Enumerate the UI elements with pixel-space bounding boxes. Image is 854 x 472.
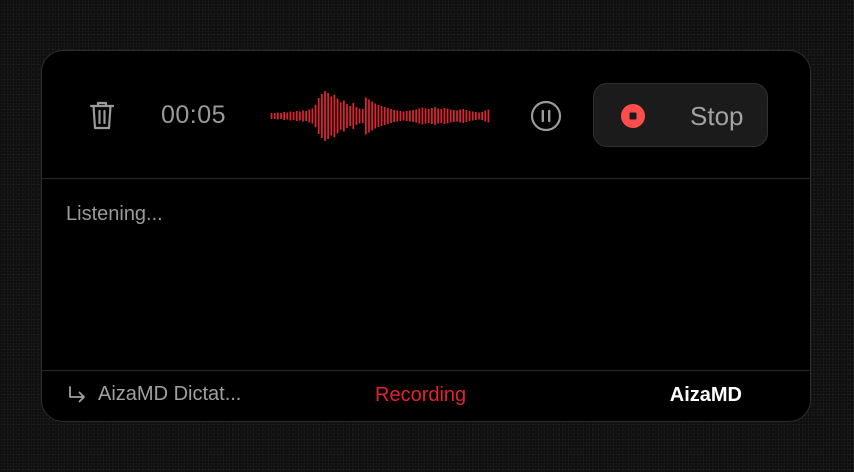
recording-timer: 00:05 [161, 101, 227, 129]
waveform-bar [339, 102, 342, 130]
waveform-bar [412, 110, 414, 122]
waveform-bar [437, 108, 440, 124]
waveform-bar [292, 112, 295, 120]
waveform-bar [430, 108, 433, 124]
waveform-bar [383, 107, 386, 125]
waveform-bar [443, 108, 446, 124]
waveform-bar [305, 111, 308, 121]
waveform-bar [314, 104, 317, 128]
waveform-bar [481, 112, 484, 120]
waveform-bar [333, 94, 336, 138]
return-arrow-icon [69, 385, 85, 402]
waveform-bar [289, 111, 292, 121]
waveform-bar [380, 106, 383, 126]
trash-icon [89, 101, 115, 130]
waveform-bar [270, 113, 273, 119]
stop-label: Stop [690, 101, 744, 131]
waveform-bar [355, 107, 358, 125]
waveform-bar [327, 93, 330, 139]
audio-waveform [270, 91, 490, 141]
waveform-bar [377, 105, 380, 127]
stop-icon [621, 104, 645, 128]
waveform-bar [386, 108, 389, 124]
waveform-bar [390, 109, 392, 123]
waveform-bar [311, 108, 314, 124]
waveform-bar [396, 110, 399, 122]
waveform-bar [371, 101, 374, 131]
waveform-bar [276, 112, 279, 120]
waveform-bar [330, 96, 333, 136]
waveform-bar [295, 111, 298, 121]
waveform-bar [434, 107, 436, 125]
brand-label: AizaMD [669, 384, 742, 406]
waveform-bar [446, 108, 449, 124]
delete-recording-button[interactable] [88, 99, 116, 131]
waveform-bar [273, 113, 276, 119]
waveform-bar [462, 109, 465, 123]
waveform-bar [283, 112, 286, 120]
waveform-bar [361, 109, 364, 123]
waveform-bar [405, 111, 408, 121]
waveform-bar [440, 109, 443, 123]
waveform-bar [286, 112, 289, 120]
waveform-bar [320, 94, 323, 138]
waveform-bar [421, 107, 424, 125]
waveform-bar [346, 104, 348, 128]
waveform-bar [317, 98, 320, 134]
waveform-bar [342, 100, 345, 132]
waveform-bar [358, 108, 361, 124]
waveform-bar [456, 110, 458, 122]
waveform-bar [364, 97, 367, 135]
target-app-label: AizaMD Dictat... [98, 383, 242, 405]
waveform-bar [336, 98, 339, 134]
waveform-bar [449, 109, 452, 123]
recording-status: Recording [375, 384, 467, 406]
waveform-bar [399, 111, 402, 121]
waveform-bar [418, 108, 421, 124]
waveform-bar [393, 110, 396, 122]
waveform-bar [308, 109, 311, 123]
waveform-bar [478, 112, 480, 120]
status-footer: AizaMD Dictat... Recording AizaMD [42, 370, 810, 421]
waveform-bar [374, 103, 377, 129]
waveform-bar [415, 109, 418, 123]
pause-button[interactable] [530, 100, 562, 132]
stop-button[interactable]: Stop [593, 83, 768, 147]
waveform-bar [468, 111, 471, 121]
waveform-bar [352, 103, 355, 129]
waveform-bar [471, 111, 474, 121]
waveform-bar [474, 112, 477, 120]
waveform-bar [368, 99, 370, 133]
waveform-bar [424, 108, 427, 124]
waveform-bar [324, 91, 326, 141]
recorder-toolbar: 00:05 Stop [42, 51, 810, 179]
waveform-bar [484, 110, 487, 122]
waveform-bar [465, 110, 468, 122]
transcript-area: Listening... [66, 203, 163, 225]
waveform-bar [408, 110, 411, 122]
waveform-bar [298, 111, 301, 121]
dictation-panel: 00:05 Stop Listening... AizaMD Dictat...… [41, 50, 811, 422]
waveform-bar [402, 111, 405, 121]
pause-icon [530, 100, 562, 132]
waveform-bar [459, 109, 462, 123]
target-app-selector[interactable]: AizaMD Dictat... [66, 383, 241, 406]
waveform-bar [452, 110, 455, 122]
waveform-bar [349, 106, 352, 126]
waveform-bar [280, 113, 282, 119]
waveform-bar [427, 109, 430, 123]
waveform-bar [487, 109, 490, 123]
waveform-bar [302, 110, 304, 122]
